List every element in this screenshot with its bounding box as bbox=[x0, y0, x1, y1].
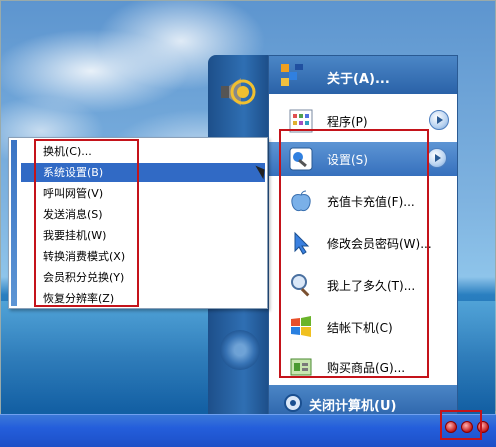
programs-label: 程序(P) bbox=[327, 115, 368, 129]
highlight-box-submenu bbox=[34, 139, 139, 307]
about-icon bbox=[281, 64, 303, 86]
settings-arrow-icon bbox=[427, 148, 447, 168]
power-icon bbox=[284, 394, 302, 412]
taskbar bbox=[0, 414, 496, 447]
menu-header[interactable]: 关于(A)... bbox=[269, 56, 457, 94]
programs-arrow-icon bbox=[429, 110, 449, 130]
submenu-stripe bbox=[11, 140, 17, 306]
highlight-box-main-menu bbox=[279, 129, 429, 378]
shutdown-label: 关闭计算机(U) bbox=[309, 399, 397, 414]
about-label: 关于(A)... bbox=[327, 72, 390, 87]
gear-decoration-icon bbox=[220, 330, 260, 370]
speaker-icon bbox=[221, 78, 256, 106]
highlight-box-tray bbox=[440, 410, 482, 440]
